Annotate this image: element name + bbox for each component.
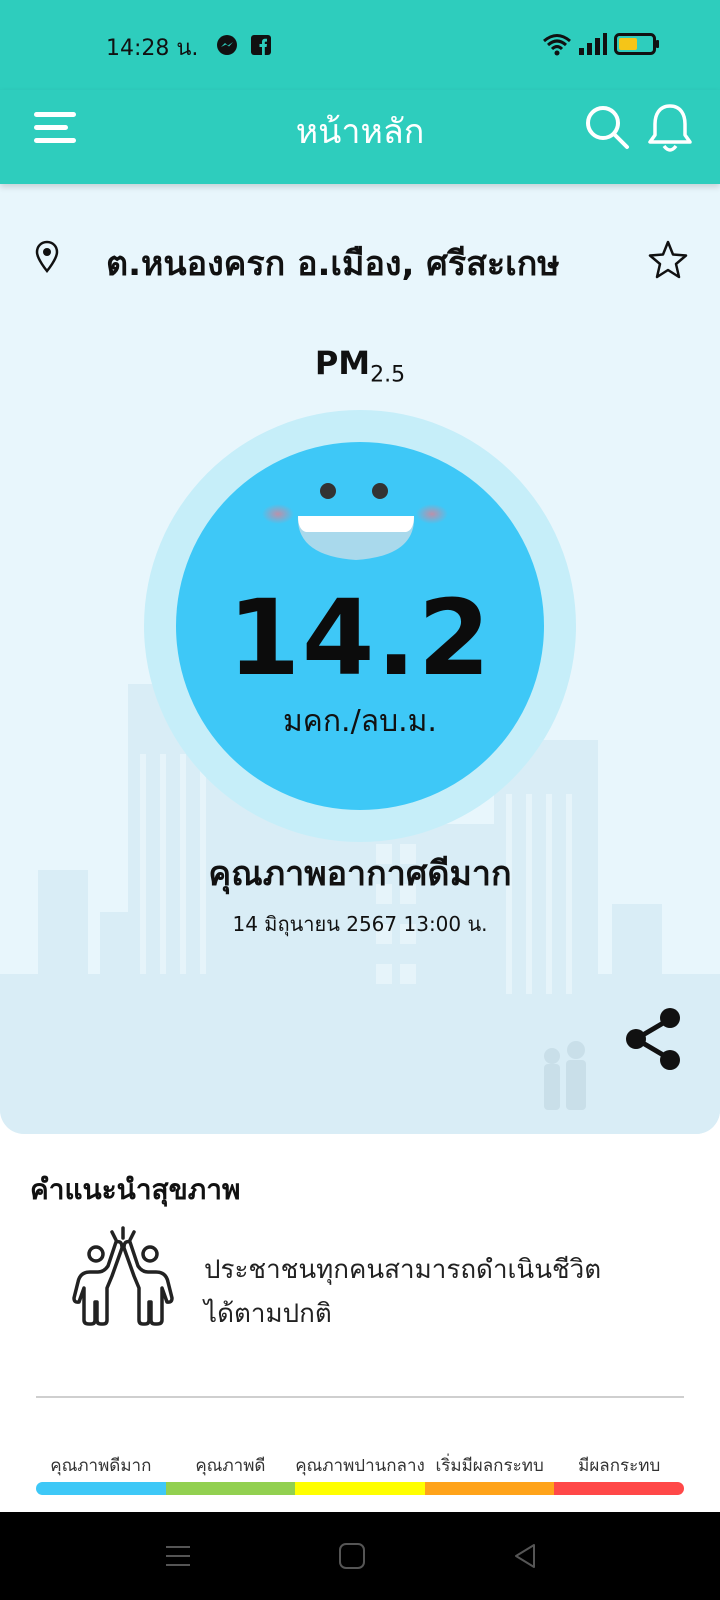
system-nav-bar (0, 1512, 720, 1600)
legend-item-moderate: คุณภาพปานกลาง (295, 1452, 425, 1500)
legend-label: คุณภาพดีมาก (50, 1456, 152, 1476)
legend-label: คุณภาพปานกลาง (295, 1456, 425, 1476)
smiley-face-icon (262, 483, 448, 560)
measurement-datetime: 14 มิถุนายน 2567 13:00 น. (232, 912, 488, 936)
search-icon[interactable] (584, 104, 630, 150)
back-icon[interactable] (510, 1540, 542, 1572)
pm-label-text: PM (314, 344, 371, 382)
legend-item-starting-impact: เริ่มมีผลกระทบ (424, 1452, 555, 1500)
status-bar: 14:28 น. (0, 0, 720, 90)
recent-apps-icon[interactable] (162, 1540, 194, 1572)
legend-item-very-good: คุณภาพดีมาก (36, 1452, 166, 1500)
legend-color-bar (295, 1482, 425, 1495)
legend-item-good: คุณภาพดี (165, 1452, 296, 1500)
air-quality-level: คุณภาพอากาศดีมาก (208, 854, 512, 894)
legend-item-impact: มีผลกระทบ (554, 1452, 684, 1500)
pm-label: PM2.5 (0, 344, 720, 387)
signal-icon (579, 33, 607, 55)
legend-color-bar (424, 1482, 555, 1495)
aqi-legend: คุณภาพดีมาก คุณภาพดี คุณภาพปานกลาง เริ่ม… (36, 1452, 684, 1500)
wifi-icon (543, 34, 571, 56)
battery-icon (614, 33, 659, 55)
legend-color-bar (36, 1482, 166, 1495)
home-icon[interactable] (336, 1540, 368, 1572)
location-pin-icon (35, 240, 59, 273)
star-icon[interactable] (646, 238, 690, 282)
pm-unit: มคก./ลบ.ม. (283, 704, 437, 739)
location-name[interactable]: ต.หนองครก อ.เมือง, ศรีสะเกษ (106, 236, 560, 290)
share-icon[interactable] (622, 1006, 684, 1072)
app-bar: หน้าหลัก (0, 90, 720, 184)
legend-label: เริ่มมีผลกระทบ (435, 1456, 544, 1476)
air-quality-panel: ต.หนองครก อ.เมือง, ศรีสะเกษ PM2.5 14.2 ม… (0, 184, 720, 1134)
legend-label: คุณภาพดี (195, 1456, 266, 1476)
health-advice-text: ประชาชนทุกคนสามารถดำเนินชีวิตได้ตามปกติ (204, 1255, 602, 1329)
pm-value: 14.2 (227, 577, 493, 699)
high-five-people-icon (72, 1226, 174, 1326)
health-advice-title: คำแนะนำสุขภาพ (30, 1173, 241, 1206)
messenger-icon (217, 35, 237, 55)
bell-icon[interactable] (646, 102, 694, 154)
legend-label: มีผลกระทบ (578, 1456, 661, 1476)
facebook-icon (251, 35, 271, 55)
divider (36, 1396, 684, 1398)
pm-label-subscript: 2.5 (370, 362, 406, 388)
legend-color-bar (554, 1482, 684, 1495)
status-time: 14:28 น. (106, 36, 199, 61)
legend-color-bar (165, 1482, 296, 1495)
